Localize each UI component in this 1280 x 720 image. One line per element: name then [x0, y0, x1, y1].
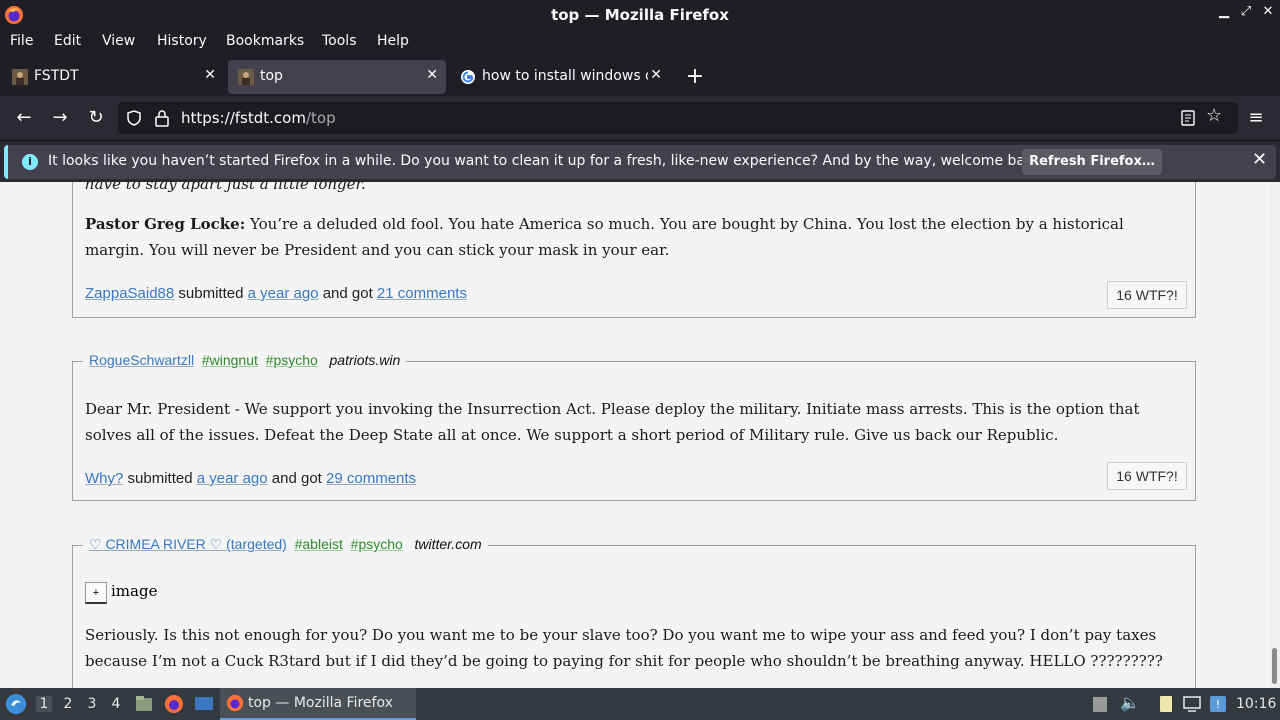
tab-fstdt[interactable]: FSTDT ✕	[2, 60, 224, 94]
time-link[interactable]: a year ago	[248, 285, 319, 302]
url-bar[interactable]: https://fstdt.com/top ☆	[118, 102, 1238, 134]
svg-text:!: !	[1216, 698, 1220, 711]
volume-icon[interactable]: 🔈	[1120, 693, 1140, 713]
comments-link[interactable]: 29 comments	[326, 470, 416, 487]
title-bar: top — Mozilla Firefox ▁ ⤢ ✕	[0, 0, 1280, 30]
scrollbar-thumb[interactable]	[1272, 648, 1277, 684]
tag-link[interactable]: #wingnut	[202, 352, 258, 368]
reload-icon[interactable]: ↻	[84, 106, 108, 130]
close-window-button[interactable]: ✕	[1258, 4, 1278, 19]
close-icon[interactable]: ✕	[204, 67, 216, 83]
submitter-link[interactable]: ♡ CRIMEA RIVER ♡ (targeted)	[89, 536, 287, 552]
post-meta: ZappaSaid88 submitted a year ago and got…	[85, 285, 467, 302]
menu-bookmarks[interactable]: Bookmarks	[226, 33, 304, 49]
tab-label: how to install windows or	[482, 68, 648, 84]
star-icon[interactable]: ☆	[1206, 105, 1222, 126]
menu-file[interactable]: File	[10, 33, 33, 49]
url-text[interactable]: https://fstdt.com/top	[181, 109, 336, 127]
quote-text: Pastor Greg Locke: You’re a deluded old …	[85, 215, 1124, 259]
task-label: top — Mozilla Firefox	[248, 695, 393, 711]
image-label: image	[111, 582, 158, 600]
taskbar-task-firefox[interactable]: top — Mozilla Firefox	[220, 688, 416, 720]
comments-link[interactable]: 21 comments	[377, 285, 467, 302]
minimize-button[interactable]: ▁	[1214, 4, 1234, 19]
tab-label: top	[260, 68, 283, 84]
tag-link[interactable]: #ableist	[295, 536, 343, 552]
clipboard-icon[interactable]	[1090, 694, 1110, 714]
tab-strip: FSTDT ✕ top ✕ how to install windows or …	[0, 58, 1280, 96]
quote-speaker: Pastor Greg Locke:	[85, 215, 246, 233]
menu-history[interactable]: History	[157, 33, 207, 49]
close-icon[interactable]: ✕	[426, 67, 438, 83]
author-link[interactable]: Why?	[85, 470, 123, 487]
workspace-3[interactable]: 3	[84, 696, 100, 712]
restore-button[interactable]: ⤢	[1236, 4, 1256, 19]
menu-tools[interactable]: Tools	[322, 33, 357, 49]
tab-label: FSTDT	[34, 68, 79, 84]
new-tab-button[interactable]: +	[684, 64, 706, 89]
shield-icon[interactable]	[126, 110, 142, 126]
quote-partial: have to stay apart just a little longer.	[85, 182, 366, 193]
post-card: RogueSchwartzll #wingnut #psycho patriot…	[72, 352, 1196, 501]
wtf-button[interactable]: 16 WTF?!	[1107, 462, 1187, 490]
info-icon: i	[22, 154, 38, 170]
back-icon[interactable]: ←	[12, 106, 36, 130]
close-icon[interactable]: ✕	[1252, 149, 1267, 170]
quote-text: Seriously. Is this not enough for you? D…	[85, 626, 1163, 670]
notification-bar: i It looks like you haven’t started Fire…	[0, 140, 1280, 182]
quote-text: Dear Mr. President - We support you invo…	[85, 400, 1140, 444]
workspace-1[interactable]: 1	[36, 696, 52, 712]
page-scrollbar[interactable]	[1270, 182, 1280, 688]
taskbar: 1 2 3 4 top — Mozilla Firefox 🔈 ! 10:16	[0, 688, 1280, 720]
forward-icon[interactable]: →	[48, 106, 72, 130]
source-domain: patriots.win	[329, 352, 401, 368]
window-title: top — Mozilla Firefox	[551, 6, 729, 24]
google-favicon-icon	[461, 70, 475, 84]
close-icon[interactable]: ✕	[650, 67, 662, 83]
tag-link[interactable]: #psycho	[266, 352, 318, 368]
expand-image-button[interactable]: +	[85, 582, 107, 604]
menu-help[interactable]: Help	[377, 33, 409, 49]
menu-bar: File Edit View History Bookmarks Tools H…	[0, 30, 1280, 58]
post-meta: Why? submitted a year ago and got 29 com…	[85, 470, 417, 487]
notes-icon[interactable]	[1156, 694, 1176, 714]
clock: 10:16	[1236, 696, 1277, 712]
fstdt-favicon-icon	[238, 69, 254, 85]
notification-box: i It looks like you haven’t started Fire…	[4, 145, 1276, 179]
post-card: ♡ CRIMEA RIVER ♡ (targeted) #ableist #ps…	[72, 536, 1196, 688]
source-domain: twitter.com	[414, 536, 482, 552]
display-icon[interactable]	[1182, 694, 1202, 714]
tab-google[interactable]: how to install windows or ✕	[450, 60, 670, 94]
start-menu-icon[interactable]	[5, 693, 27, 715]
reader-icon[interactable]	[1180, 110, 1196, 126]
menu-view[interactable]: View	[102, 33, 135, 49]
navigation-bar: ← → ↻ https://fstdt.com/top ☆ ≡	[0, 96, 1280, 140]
menu-edit[interactable]: Edit	[54, 33, 81, 49]
post-header: ♡ CRIMEA RIVER ♡ (targeted) #ableist #ps…	[83, 536, 488, 553]
workspace-4[interactable]: 4	[108, 696, 124, 712]
fstdt-favicon-icon	[12, 69, 28, 85]
time-link[interactable]: a year ago	[197, 470, 268, 487]
firefox-launcher-icon[interactable]	[164, 694, 184, 714]
lock-icon[interactable]	[154, 109, 170, 127]
tag-link[interactable]: #psycho	[351, 536, 403, 552]
post-card: have to stay apart just a little longer.…	[72, 182, 1196, 318]
menu-icon[interactable]: ≡	[1244, 106, 1268, 130]
firefox-logo-icon	[226, 694, 244, 712]
network-icon[interactable]: !	[1208, 694, 1228, 714]
file-manager-icon[interactable]	[134, 694, 154, 714]
author-link[interactable]: ZappaSaid88	[85, 285, 174, 302]
workspace-2[interactable]: 2	[60, 696, 76, 712]
page-content: have to stay apart just a little longer.…	[0, 182, 1270, 688]
notification-message: It looks like you haven’t started Firefo…	[48, 153, 1047, 169]
wtf-button[interactable]: 16 WTF?!	[1107, 281, 1187, 309]
desktop-icon[interactable]	[194, 694, 214, 714]
tab-top[interactable]: top ✕	[228, 60, 446, 94]
refresh-firefox-button[interactable]: Refresh Firefox…	[1022, 149, 1162, 175]
submitter-link[interactable]: RogueSchwartzll	[89, 352, 194, 368]
post-header: RogueSchwartzll #wingnut #psycho patriot…	[83, 352, 407, 368]
